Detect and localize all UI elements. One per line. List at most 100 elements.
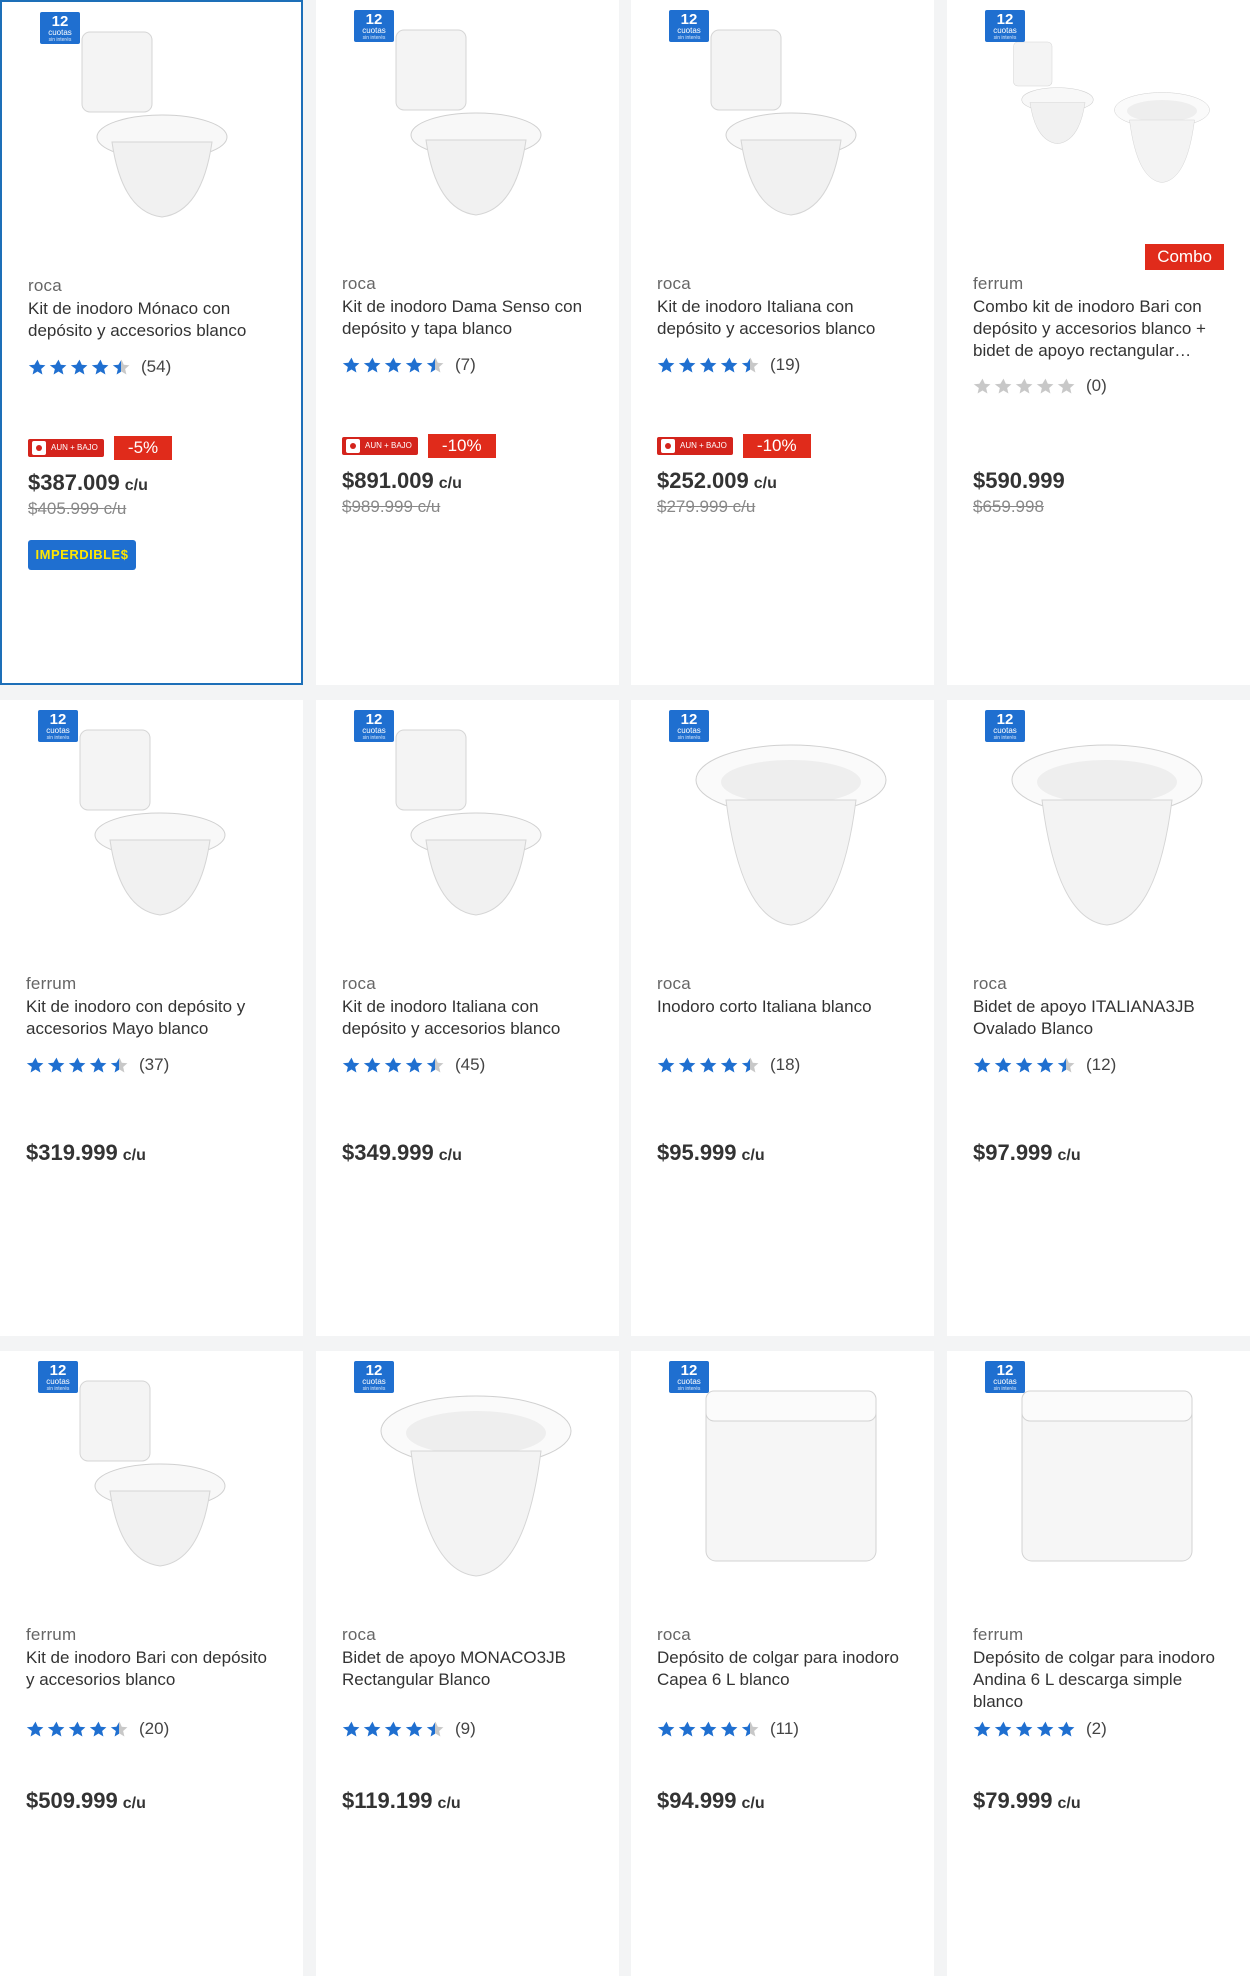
review-count: (20) xyxy=(139,1719,170,1738)
product-title[interactable]: Inodoro corto Italiana blanco xyxy=(657,996,907,1018)
product-brand: roca xyxy=(342,974,376,993)
product-title[interactable]: Kit de inodoro Bari con depósito y acces… xyxy=(26,1647,276,1691)
star-icon xyxy=(89,1721,107,1737)
product-price: $509.999 c/u xyxy=(26,1788,146,1813)
product-brand: roca xyxy=(28,276,62,295)
star-icon xyxy=(363,1057,381,1073)
review-count: (9) xyxy=(455,1719,476,1738)
product-rating: (12) xyxy=(973,1055,1116,1075)
product-photo xyxy=(705,1390,877,1562)
product-rating: (54) xyxy=(28,357,171,377)
star-rating xyxy=(657,1056,762,1075)
star-icon xyxy=(363,1721,381,1737)
star-rating xyxy=(973,1720,1078,1739)
product-title[interactable]: Bidet de apoyo MONACO3JB Rectangular Bla… xyxy=(342,1647,592,1691)
product-card[interactable]: 12 cuotas sin interés roca Kit de inodoro It… xyxy=(631,0,934,685)
product-card[interactable]: 12 cuotas sin interés Combo ferrum Combo kit … xyxy=(947,0,1250,685)
product-title[interactable]: Kit de inodoro Dama Senso con depósito y… xyxy=(342,296,592,340)
previous-price: $989.999 c/u xyxy=(342,497,441,516)
product-card[interactable]: 12 cuotas sin interés ferrum Kit de inodoro … xyxy=(0,700,303,1336)
product-price: $891.009 c/u xyxy=(342,468,462,493)
product-title[interactable]: Kit de inodoro Mónaco con depósito y acc… xyxy=(28,298,278,342)
star-icon xyxy=(994,378,1012,394)
product-price: $349.999 c/u xyxy=(342,1140,462,1165)
aun-mas-bajo-badge: AUN + BAJO xyxy=(342,437,418,455)
star-icon xyxy=(1015,1721,1033,1737)
product-card[interactable]: 12 cuotas sin interés roca Bidet de apoyo MO… xyxy=(316,1351,619,1976)
product-card[interactable]: 12 cuotas sin interés ferrum Depósito de col… xyxy=(947,1351,1250,1976)
star-icon xyxy=(112,359,130,375)
product-card[interactable]: 12 cuotas sin interés roca Bidet de apoyo IT… xyxy=(947,700,1250,1336)
product-rating: (2) xyxy=(973,1719,1107,1739)
product-photo xyxy=(395,29,542,216)
star-icon xyxy=(384,1057,402,1073)
installments-badge: 12 cuotas sin interés xyxy=(354,1361,394,1393)
product-card[interactable]: 12 cuotas sin interés ferrum Kit de inodoro … xyxy=(0,1351,303,1976)
star-icon xyxy=(28,359,46,375)
installments-badge: 12 cuotas sin interés xyxy=(354,10,394,42)
product-brand: roca xyxy=(342,1625,376,1644)
star-rating xyxy=(26,1720,131,1739)
star-rating xyxy=(26,1056,131,1075)
product-price: $319.999 c/u xyxy=(26,1140,146,1165)
product-title[interactable]: Combo kit de inodoro Bari con depósito y… xyxy=(973,296,1223,362)
star-icon xyxy=(68,1721,86,1737)
combo-badge: Combo xyxy=(1145,244,1224,270)
product-title[interactable]: Depósito de colgar para inodoro Andina 6… xyxy=(973,1647,1223,1713)
installments-badge: 12 cuotas sin interés xyxy=(38,1361,78,1393)
star-icon xyxy=(426,357,444,373)
star-rating xyxy=(342,1056,447,1075)
star-icon xyxy=(699,1721,717,1737)
star-icon xyxy=(110,1057,128,1073)
review-count: (11) xyxy=(770,1719,799,1738)
product-photo xyxy=(695,744,887,926)
star-icon xyxy=(49,359,67,375)
star-icon xyxy=(657,357,675,373)
product-price: $252.009 c/u xyxy=(657,468,777,493)
product-card[interactable]: 12 cuotas sin interés roca Kit de inodoro Mó… xyxy=(0,0,303,685)
product-rating: (0) xyxy=(973,376,1107,396)
product-title[interactable]: Kit de inodoro con depósito y accesorios… xyxy=(26,996,276,1040)
installments-badge: 12 cuotas sin interés xyxy=(669,710,709,742)
star-icon xyxy=(47,1057,65,1073)
product-price: $95.999 c/u xyxy=(657,1140,765,1165)
product-card[interactable]: 12 cuotas sin interés roca Kit de inodoro Da… xyxy=(316,0,619,685)
product-brand: ferrum xyxy=(26,1625,77,1644)
product-price: $590.999 xyxy=(973,468,1065,493)
product-title[interactable]: Bidet de apoyo ITALIANA3JB Ovalado Blanc… xyxy=(973,996,1223,1040)
discount-badge: -5% xyxy=(113,436,173,460)
product-card[interactable]: 12 cuotas sin interés roca Kit de inodoro It… xyxy=(316,700,619,1336)
product-card[interactable]: 12 cuotas sin interés roca Depósito de colga… xyxy=(631,1351,934,1976)
previous-price: $279.999 c/u xyxy=(657,497,756,516)
star-icon xyxy=(426,1721,444,1737)
star-icon xyxy=(973,378,991,394)
star-icon xyxy=(699,357,717,373)
product-title[interactable]: Depósito de colgar para inodoro Capea 6 … xyxy=(657,1647,907,1691)
installments-badge: 12 cuotas sin interés xyxy=(669,1361,709,1393)
star-rating xyxy=(342,356,447,375)
star-icon xyxy=(1036,1721,1054,1737)
discount-badge: -10% xyxy=(427,434,496,458)
star-icon xyxy=(26,1721,44,1737)
product-card[interactable]: 12 cuotas sin interés roca Inodoro corto Ita… xyxy=(631,700,934,1336)
star-icon xyxy=(973,1721,991,1737)
star-rating xyxy=(657,1720,762,1739)
product-title[interactable]: Kit de inodoro Italiana con depósito y a… xyxy=(342,996,592,1040)
installments-badge: 12 cuotas sin interés xyxy=(985,10,1025,42)
product-photo xyxy=(710,29,857,216)
star-icon xyxy=(47,1721,65,1737)
product-price: $387.009 c/u xyxy=(28,470,148,495)
star-icon xyxy=(1036,378,1054,394)
star-icon xyxy=(384,357,402,373)
product-rating: (9) xyxy=(342,1719,476,1739)
product-brand: ferrum xyxy=(973,274,1024,293)
review-count: (37) xyxy=(139,1055,170,1074)
promo-badges: AUN + BAJO -5% xyxy=(28,436,173,460)
tag-icon xyxy=(661,439,675,453)
product-brand: roca xyxy=(657,1625,691,1644)
product-title[interactable]: Kit de inodoro Italiana con depósito y a… xyxy=(657,296,907,340)
star-icon xyxy=(657,1721,675,1737)
review-count: (18) xyxy=(770,1055,801,1074)
star-icon xyxy=(1015,1057,1033,1073)
installments-badge: 12 cuotas sin interés xyxy=(985,710,1025,742)
